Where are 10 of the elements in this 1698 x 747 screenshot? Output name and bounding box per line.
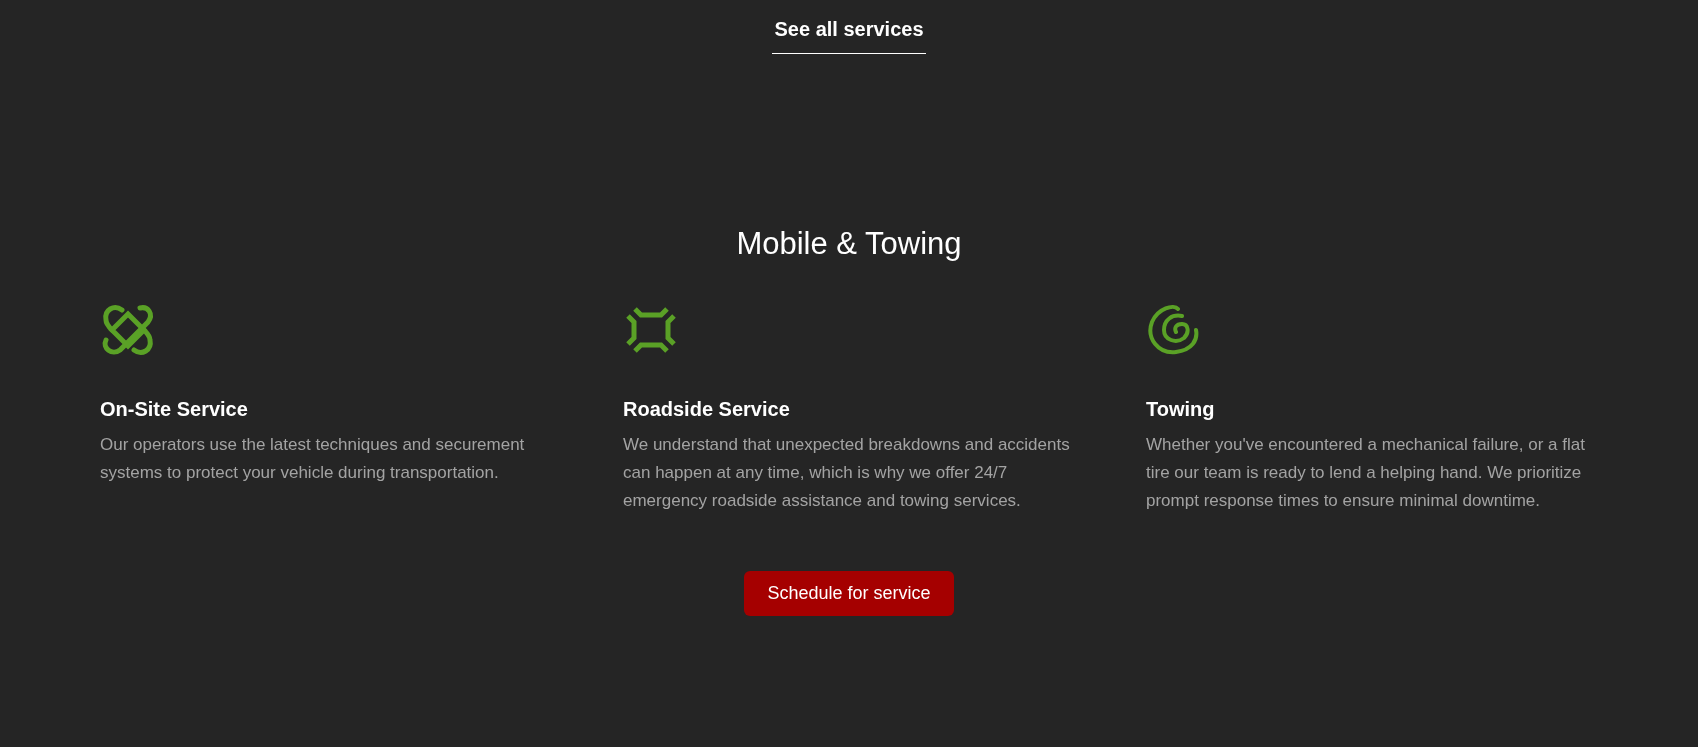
service-description: We understand that unexpected breakdowns and accidents can happen at any time, which is why we offer 24/7 emergency roadside assistance and towing services.	[623, 434, 1071, 512]
service-title: Roadside Service	[623, 398, 791, 421]
schedule-button[interactable]: Schedule for service	[744, 571, 954, 616]
service-description: Whether you've encountered a mechanical failure, or a flat tire our team is ready to lend a helping hand. We prioritize prompt response times to ensure minimal downtime.	[1146, 434, 1586, 512]
service-title: On-Site Service	[100, 398, 249, 421]
service-description: Our operators use the latest techniques and securement systems to protect your vehicle during transportation.	[100, 434, 526, 484]
see-all-services-link[interactable]: See all services	[772, 18, 926, 54]
service-title: Towing	[1146, 398, 1216, 421]
interlocked-squares-icon	[100, 302, 156, 358]
section-title: Mobile & Towing	[736, 226, 962, 262]
